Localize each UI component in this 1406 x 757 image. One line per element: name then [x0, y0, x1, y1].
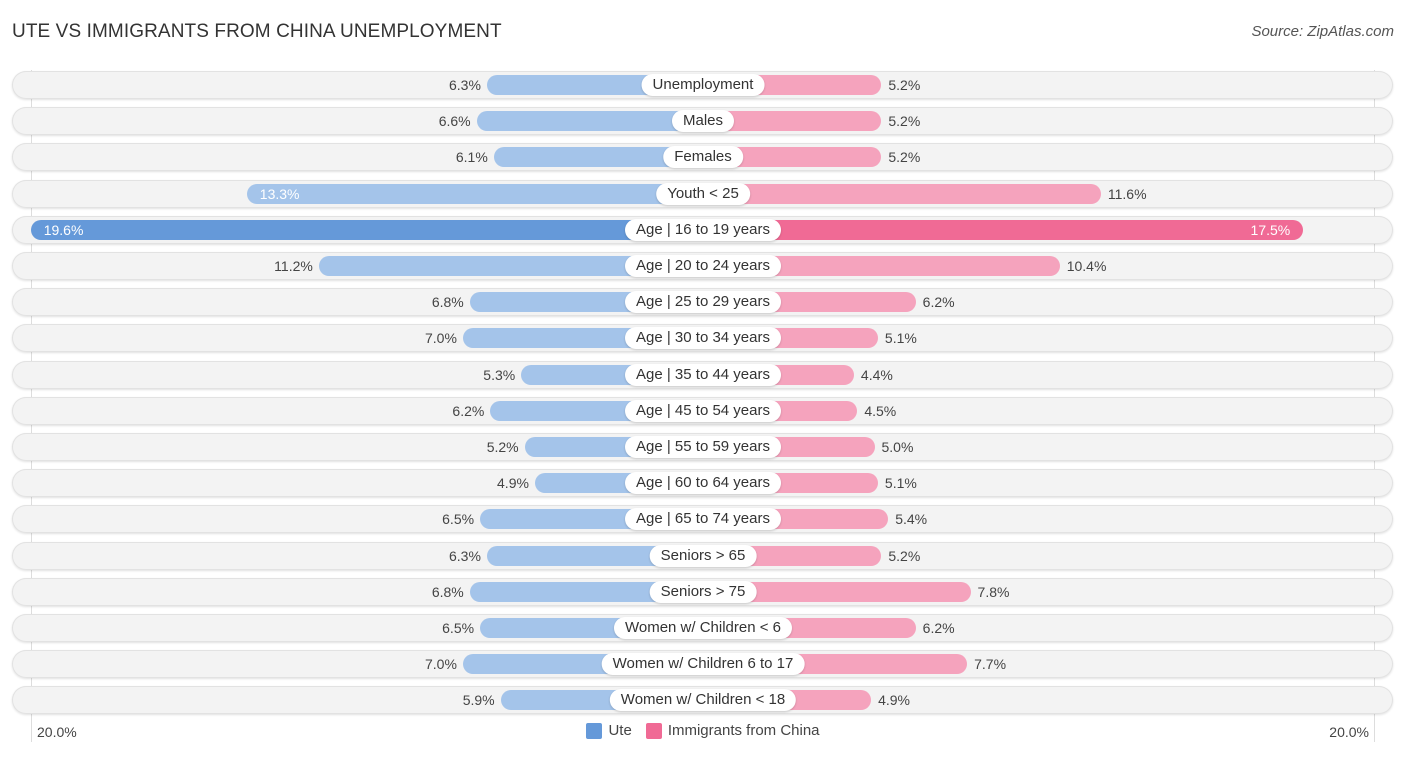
- value-label-china: 6.2%: [922, 620, 955, 636]
- bar-ute[interactable]: [30, 219, 703, 240]
- value-label-china: 7.7%: [974, 656, 1007, 673]
- value-label-ute: 6.8%: [431, 583, 464, 600]
- value-label-china: 5.1%: [884, 475, 917, 492]
- category-label: Age | 16 to 19 years: [625, 218, 781, 241]
- value-label-china: 11.6%: [1107, 185, 1147, 202]
- category-label: Males: [671, 110, 735, 133]
- bar-china[interactable]: [703, 219, 1304, 240]
- legend: Ute Immigrants from China: [0, 722, 1406, 739]
- category-label: Age | 35 to 44 years: [625, 363, 781, 386]
- value-label-china: 5.2%: [888, 547, 921, 564]
- legend-item-china[interactable]: Immigrants from China: [645, 722, 820, 739]
- legend-label-ute: Ute: [608, 722, 632, 739]
- value-label-china: 5.0%: [881, 439, 914, 455]
- value-label-ute: 5.2%: [486, 439, 519, 455]
- category-label: Age | 45 to 54 years: [625, 399, 781, 422]
- category-label: Youth < 25: [656, 182, 750, 205]
- value-label-china: 4.9%: [878, 692, 910, 709]
- value-label-ute: 13.3%: [259, 185, 300, 202]
- value-label-china: 5.2%: [888, 77, 921, 93]
- legend-item-ute[interactable]: Ute: [586, 722, 632, 739]
- value-label-ute: 6.8%: [431, 294, 464, 311]
- diverging-bar-chart: 6.3% 5.2% Unemployment 6.6% 5.2% Males 6.1% 5.2…: [0, 0, 1406, 757]
- bar-ute[interactable]: [476, 111, 703, 132]
- value-label-ute: 5.3%: [483, 366, 516, 383]
- value-label-china: 5.4%: [895, 511, 928, 528]
- value-label-china: 7.8%: [977, 583, 1010, 600]
- value-label-ute: 6.5%: [442, 620, 475, 636]
- value-label-ute: 6.5%: [442, 511, 475, 528]
- bar-ute[interactable]: [246, 183, 703, 204]
- value-label-ute: 7.0%: [424, 656, 457, 673]
- category-label: Age | 20 to 24 years: [625, 255, 781, 277]
- value-label-ute: 5.9%: [462, 692, 495, 709]
- category-label: Females: [663, 146, 743, 169]
- value-label-china: 5.2%: [888, 113, 921, 130]
- value-label-china: 4.5%: [864, 402, 897, 419]
- value-label-ute: 4.9%: [497, 475, 529, 492]
- category-label: Seniors > 65: [649, 544, 757, 567]
- category-label: Women w/ Children < 6: [613, 617, 793, 639]
- category-label: Age | 60 to 64 years: [625, 472, 781, 495]
- value-label-ute: 6.2%: [452, 402, 485, 419]
- category-label: Women w/ Children < 18: [609, 689, 797, 712]
- value-label-china: 17.5%: [1250, 221, 1291, 238]
- category-label: Age | 30 to 34 years: [625, 327, 781, 350]
- value-label-china: 4.4%: [860, 366, 893, 383]
- legend-swatch-ute: [586, 722, 603, 739]
- value-label-ute: 6.3%: [449, 77, 481, 93]
- value-label-china: 5.1%: [884, 330, 917, 347]
- value-label-china: 10.4%: [1066, 258, 1107, 274]
- value-label-ute: 19.6%: [43, 221, 84, 238]
- category-label: Age | 55 to 59 years: [625, 436, 781, 458]
- legend-swatch-china: [645, 722, 662, 739]
- value-label-china: 6.2%: [922, 294, 955, 311]
- legend-label-china: Immigrants from China: [667, 722, 820, 739]
- bar-china[interactable]: [703, 183, 1101, 204]
- category-label: Age | 65 to 74 years: [625, 508, 781, 531]
- value-label-ute: 6.3%: [449, 547, 481, 564]
- value-label-china: 5.2%: [888, 149, 921, 166]
- value-label-ute: 11.2%: [274, 258, 313, 274]
- value-label-ute: 7.0%: [424, 330, 457, 347]
- category-label: Women w/ Children 6 to 17: [601, 653, 805, 676]
- category-label: Age | 25 to 29 years: [625, 291, 781, 314]
- value-label-ute: 6.1%: [455, 149, 488, 166]
- category-label: Seniors > 75: [649, 580, 757, 603]
- category-label: Unemployment: [641, 74, 765, 96]
- value-label-ute: 6.6%: [438, 113, 471, 130]
